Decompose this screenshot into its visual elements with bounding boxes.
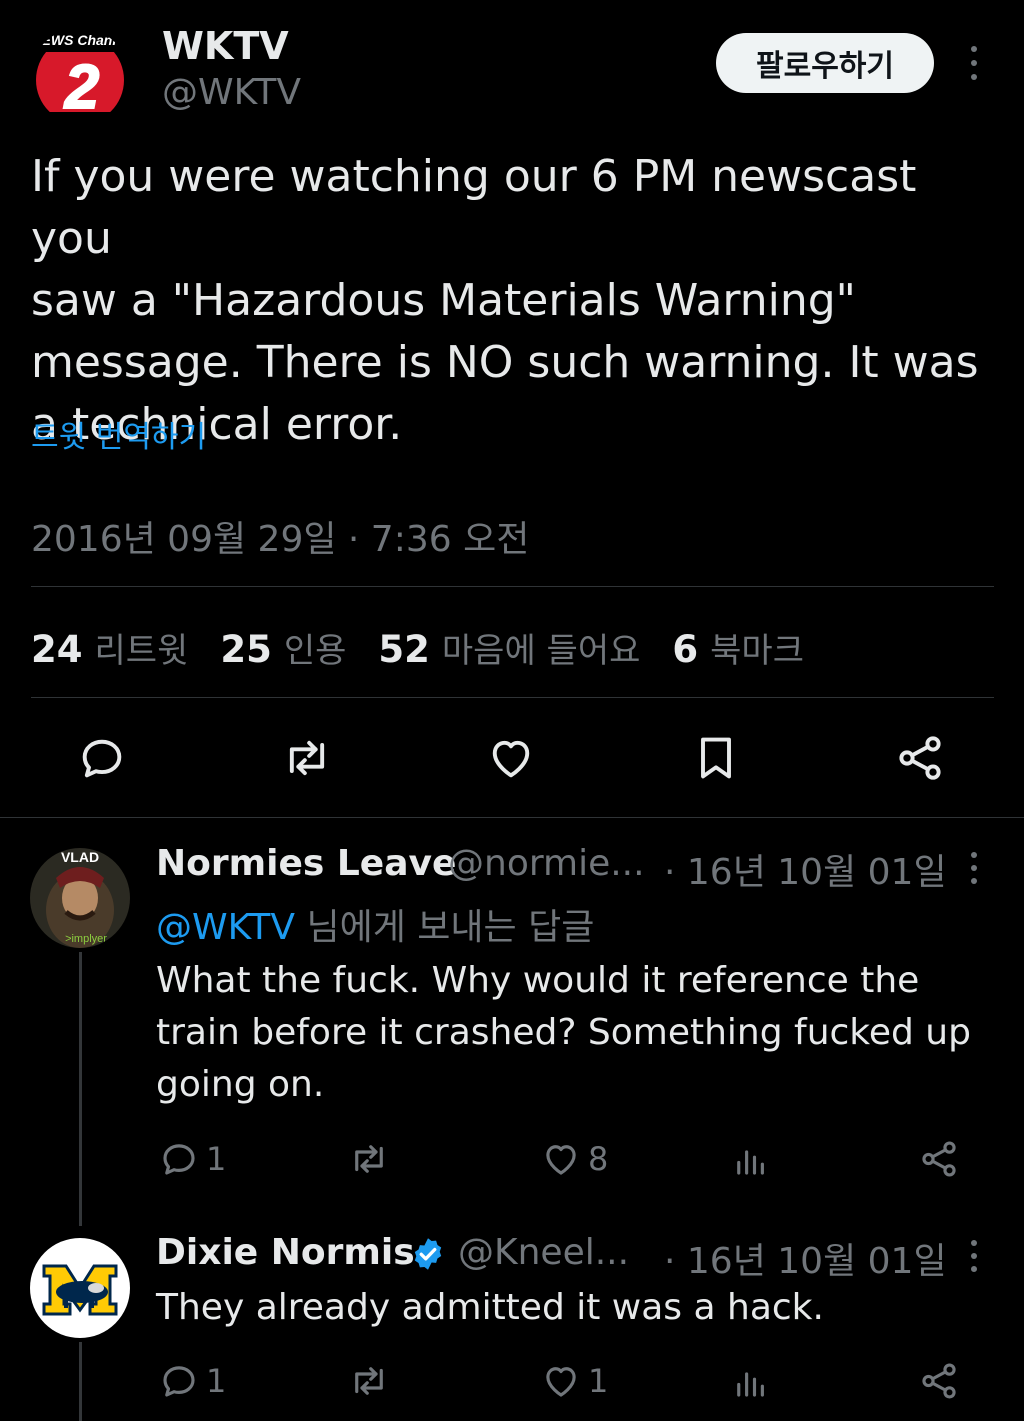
michigan-block-m-logo	[30, 1238, 130, 1338]
reply-count: 1	[206, 1140, 227, 1178]
replying-to-mention[interactable]: @WKTV	[156, 907, 295, 948]
thread-line	[79, 1342, 82, 1421]
reply-count: 1	[206, 1362, 227, 1400]
reply-text-line: going on.	[156, 1064, 325, 1105]
like-count: 1	[588, 1362, 609, 1400]
tweet-text-line: If you were watching our 6 PM newscast y…	[31, 151, 917, 264]
divider	[31, 697, 994, 698]
reply-date[interactable]: · 16년 10월 01일	[664, 1232, 947, 1284]
reply-handle[interactable]: @Kneel...	[458, 1232, 629, 1273]
reply-share-button[interactable]	[918, 1356, 960, 1406]
reply-text: What the fuck. Why would it reference th…	[156, 955, 1006, 1111]
reply-date[interactable]: · 16년 10월 01일	[664, 843, 947, 895]
share-icon[interactable]	[890, 728, 950, 788]
translate-tweet-link[interactable]: 트윗 번역하기	[31, 412, 206, 456]
bookmark-icon[interactable]	[686, 728, 746, 788]
like-count: 8	[588, 1140, 609, 1178]
reply-icon	[163, 1366, 195, 1397]
normies-leave-avatar[interactable]: VLAD >implyer	[30, 848, 130, 948]
reply-views-button[interactable]	[730, 1134, 772, 1184]
logo-text-top: NEWS Channel	[31, 32, 130, 48]
reply-display-name[interactable]: Normies Leave	[156, 843, 456, 884]
reply-reply-button[interactable]: 1	[158, 1134, 226, 1184]
reply-text-line: They already admitted it was a hack.	[156, 1287, 824, 1328]
divider	[31, 586, 994, 587]
tweet-text: If you were watching our 6 PM newscast y…	[31, 146, 1006, 456]
display-name[interactable]: WKTV	[162, 24, 289, 68]
reply-icon[interactable]	[72, 728, 132, 788]
replying-to-suffix: 님에게 보내는 답글	[295, 907, 595, 948]
reply-text: They already admitted it was a hack.	[156, 1282, 1006, 1334]
bookmarks-stat[interactable]: 6 북마크	[672, 623, 804, 672]
news-channel-2-logo: NEWS Channel 2	[30, 28, 130, 128]
avatar-caption-top: VLAD	[61, 849, 99, 865]
reply-retweet-button[interactable]	[348, 1134, 396, 1184]
thread-line	[79, 952, 82, 1226]
tweet-text-line: message. There is NO such warning. It wa…	[31, 337, 979, 388]
views-icon	[737, 1372, 764, 1397]
like-icon[interactable]	[481, 728, 541, 788]
avatar-caption-bottom: >implyer	[65, 933, 107, 945]
reply-handle[interactable]: @normie...	[448, 843, 645, 884]
reply-text-line: What the fuck. Why would it reference th…	[156, 960, 920, 1001]
logo-numeral: 2	[64, 53, 99, 122]
reply-share-button[interactable]	[918, 1134, 960, 1184]
views-icon	[737, 1150, 764, 1175]
share-icon	[922, 1363, 956, 1399]
replying-to: @WKTV 님에게 보내는 답글	[156, 898, 594, 950]
dixie-normis-avatar[interactable]	[30, 1238, 130, 1338]
like-icon	[546, 1145, 576, 1175]
user-handle[interactable]: @WKTV	[162, 72, 301, 113]
reply-text-line: train before it crashed? Something fucke…	[156, 1012, 971, 1053]
tweet-text-line: saw a "Hazardous Materials Warning"	[31, 275, 856, 326]
retweets-stat[interactable]: 24 리트윗	[31, 623, 188, 672]
likes-stat[interactable]: 52 마음에 들어요	[378, 623, 640, 672]
like-icon	[546, 1367, 576, 1397]
share-icon	[922, 1141, 956, 1177]
retweet-icon	[355, 1367, 383, 1395]
reply-reply-button[interactable]: 1	[158, 1356, 226, 1406]
reply-display-name[interactable]: Dixie Normis	[156, 1232, 415, 1273]
reply-more-options-icon[interactable]	[956, 1236, 992, 1276]
retweet-icon[interactable]	[277, 728, 337, 788]
reply-views-button[interactable]	[730, 1356, 772, 1406]
vlad-portrait-image: VLAD >implyer	[30, 848, 130, 948]
wktv-avatar[interactable]: NEWS Channel 2	[30, 28, 130, 128]
divider	[0, 817, 1024, 818]
tweet-timestamp[interactable]: 2016년 09월 29일 · 7:36 오전	[31, 510, 529, 562]
quotes-stat[interactable]: 25 인용	[220, 623, 346, 672]
verified-badge-icon	[410, 1236, 446, 1272]
reply-icon	[163, 1144, 195, 1175]
follow-button[interactable]: 팔로우하기	[716, 33, 934, 93]
reply-more-options-icon[interactable]	[956, 848, 992, 888]
more-options-icon[interactable]	[956, 40, 992, 86]
reply-like-button[interactable]: 8	[540, 1134, 608, 1184]
reply-like-button[interactable]: 1	[540, 1356, 608, 1406]
reply-retweet-button[interactable]	[348, 1356, 396, 1406]
retweet-icon	[355, 1145, 383, 1173]
engagement-stats: 24 리트윗 25 인용 52 마음에 들어요 6 북마크	[31, 620, 804, 674]
